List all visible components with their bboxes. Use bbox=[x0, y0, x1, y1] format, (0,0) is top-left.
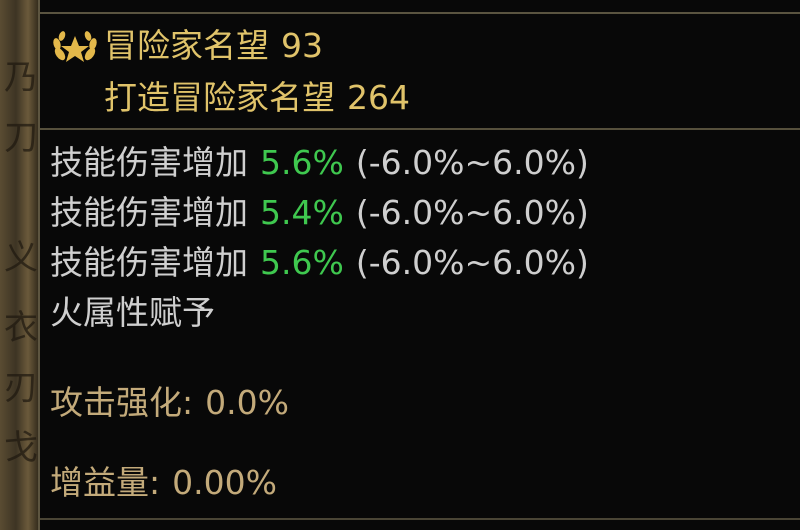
forge-reputation-label: 打造冒险家名望 bbox=[104, 78, 335, 117]
attack-enhance-row: 攻击强化: 0.0% bbox=[50, 383, 289, 423]
stat-range: (-6.0%~6.0%) bbox=[355, 243, 589, 282]
stat-value: 5.6% bbox=[260, 243, 344, 282]
top-divider bbox=[40, 12, 800, 14]
stat-label: 技能伤害增加 bbox=[50, 243, 248, 282]
background-glyph: 衣 bbox=[4, 308, 38, 348]
stat-value: 5.4% bbox=[260, 193, 344, 232]
stat-range: (-6.0%~6.0%) bbox=[355, 143, 589, 182]
background-glyph: 刃 bbox=[4, 368, 38, 408]
background-glyph: 乃 bbox=[4, 58, 38, 98]
stat-label: 技能伤害增加 bbox=[50, 193, 248, 232]
background-glyph: 义 bbox=[4, 238, 38, 278]
element-grant: 火属性赋予 bbox=[50, 293, 215, 332]
buff-amount-value: 0.00% bbox=[172, 463, 277, 502]
attack-enhance-value: 0.0% bbox=[205, 383, 289, 422]
buff-amount-label: 增益量: bbox=[50, 463, 161, 502]
stat-range: (-6.0%~6.0%) bbox=[355, 193, 589, 232]
background-scenery: 乃 刀 义 衣 刃 戈 bbox=[0, 0, 40, 530]
stat-label: 技能伤害增加 bbox=[50, 143, 248, 182]
divider bbox=[40, 128, 800, 130]
stat-row: 技能伤害增加 5.6% (-6.0%~6.0%) bbox=[50, 243, 589, 283]
stat-row: 技能伤害增加 5.4% (-6.0%~6.0%) bbox=[50, 193, 589, 233]
reputation-label: 冒险家名望 bbox=[104, 26, 269, 65]
background-glyph: 刀 bbox=[4, 118, 38, 158]
item-tooltip: 冒险家名望 93 打造冒险家名望 264 技能伤害增加 5.6% (-6.0%~6.0%… bbox=[38, 0, 800, 530]
reputation-row: 冒险家名望 93 bbox=[50, 26, 323, 68]
stat-row: 技能伤害增加 5.6% (-6.0%~6.0%) bbox=[50, 143, 589, 183]
attack-enhance-label: 攻击强化: bbox=[50, 383, 194, 422]
forge-reputation-value: 264 bbox=[347, 78, 410, 117]
stat-value: 5.6% bbox=[260, 143, 344, 182]
background-glyph: 戈 bbox=[4, 428, 38, 468]
bottom-divider bbox=[40, 518, 800, 520]
reputation-value: 93 bbox=[281, 26, 323, 65]
buff-amount-row: 增益量: 0.00% bbox=[50, 463, 277, 503]
forge-reputation-row: 打造冒险家名望 264 bbox=[104, 78, 410, 118]
laurel-emblem-icon bbox=[53, 30, 97, 62]
